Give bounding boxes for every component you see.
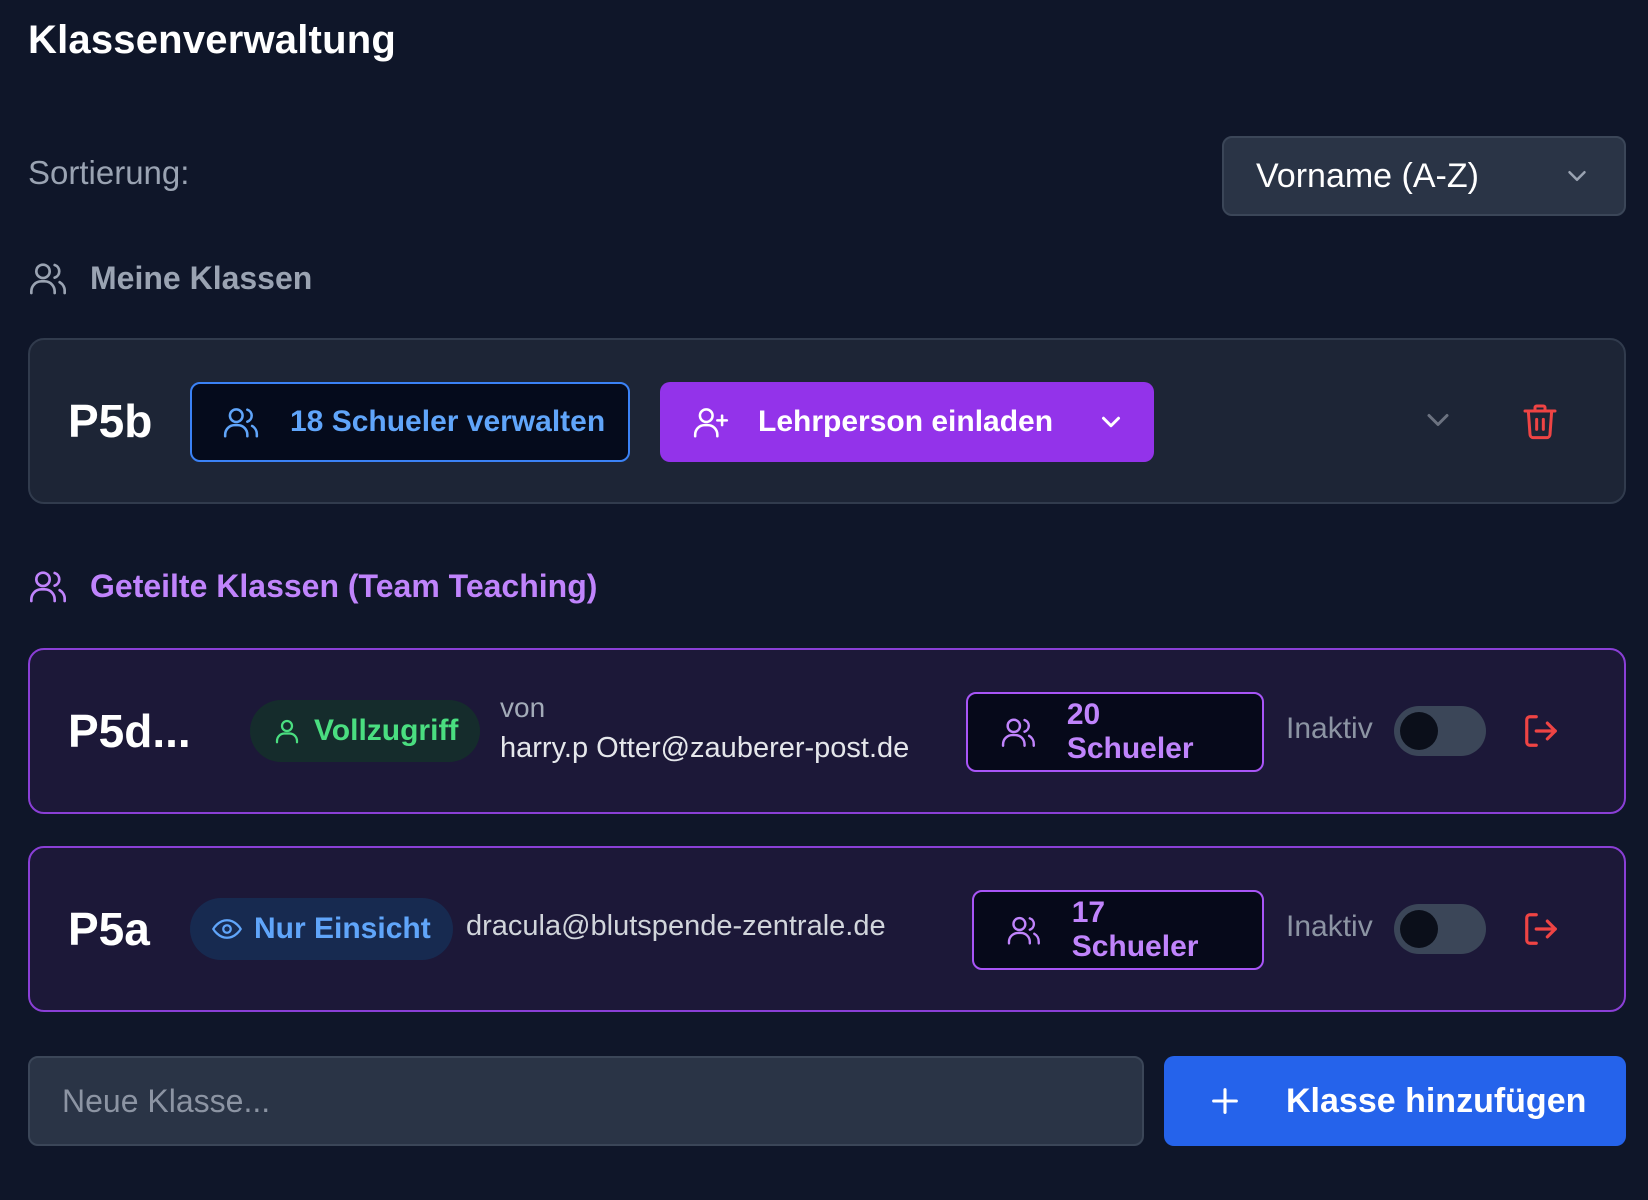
toggle-knob <box>1400 910 1438 948</box>
add-class-label: Klasse hinzufügen <box>1286 1081 1587 1120</box>
access-label: Nur Einsicht <box>254 912 431 945</box>
access-badge: Vollzugriff <box>250 700 481 762</box>
active-toggle[interactable] <box>1394 904 1486 954</box>
toggle-knob <box>1400 712 1438 750</box>
class-card-shared: P5d... Vollzugriff von harry.p Otter@zau… <box>28 648 1626 814</box>
add-class-button[interactable]: Klasse hinzufügen <box>1164 1056 1626 1146</box>
page-title: Klassenverwaltung <box>28 18 396 62</box>
status-text: Inaktiv <box>1286 712 1373 745</box>
trash-icon[interactable] <box>1520 400 1560 442</box>
class-name: P5b <box>68 395 153 447</box>
new-class-input[interactable] <box>28 1056 1144 1146</box>
invite-teacher-button[interactable]: Lehrperson einladen <box>660 382 1154 462</box>
users-icon <box>30 571 66 603</box>
sort-label: Sortierung: <box>28 154 190 191</box>
users-icon <box>223 408 259 438</box>
section-shared-classes: Geteilte Klassen (Team Teaching) <box>28 566 597 606</box>
chevron-down-icon <box>1568 171 1586 181</box>
users-icon <box>1007 916 1040 945</box>
sort-select[interactable]: Vorname (A-Z) <box>1222 136 1626 216</box>
users-icon <box>30 263 66 295</box>
chevron-down-icon <box>1102 416 1120 428</box>
owner-email: dracula@blutspende-zentrale.de <box>466 910 886 942</box>
section-my-classes: Meine Klassen <box>28 258 312 298</box>
students-label: 20 Schueler <box>1066 698 1194 765</box>
expand-chevron-icon[interactable] <box>1420 402 1456 438</box>
user-icon <box>275 719 299 744</box>
log-out-icon[interactable] <box>1522 712 1560 750</box>
invite-teacher-label: Lehrperson einladen <box>758 405 1054 438</box>
section-title: Meine Klassen <box>90 259 313 296</box>
active-toggle[interactable] <box>1394 706 1486 756</box>
users-icon <box>1001 718 1035 748</box>
user-plus-icon <box>693 408 729 438</box>
access-label: Vollzugriff <box>314 714 459 747</box>
access-badge: Nur Einsicht <box>190 898 453 960</box>
status-text: Inaktiv <box>1286 910 1373 943</box>
students-button[interactable]: 17 Schueler <box>972 890 1264 970</box>
owner-email: harry.p Otter@zauberer-post.de <box>500 732 910 764</box>
manage-students-label: 18 Schueler verwalten <box>290 405 606 438</box>
owner-prefix: von <box>500 692 546 723</box>
eye-icon <box>212 919 242 939</box>
class-card-shared: P5a Nur Einsicht dracula@blutspende-zent… <box>28 846 1626 1012</box>
sort-selected-value: Vorname (A-Z) <box>1256 156 1479 195</box>
plus-icon <box>1212 1088 1238 1114</box>
students-label: 17 Schueler <box>1071 896 1199 963</box>
log-out-icon[interactable] <box>1522 910 1560 948</box>
class-card-own: P5b 18 Schueler verwalten Lehrperson ein… <box>28 338 1626 504</box>
section-title: Geteilte Klassen (Team Teaching) <box>90 567 598 604</box>
class-name: P5d... <box>68 705 191 757</box>
students-button[interactable]: 20 Schueler <box>966 692 1264 772</box>
class-name: P5a <box>68 903 150 955</box>
manage-students-button[interactable]: 18 Schueler verwalten <box>190 382 630 462</box>
